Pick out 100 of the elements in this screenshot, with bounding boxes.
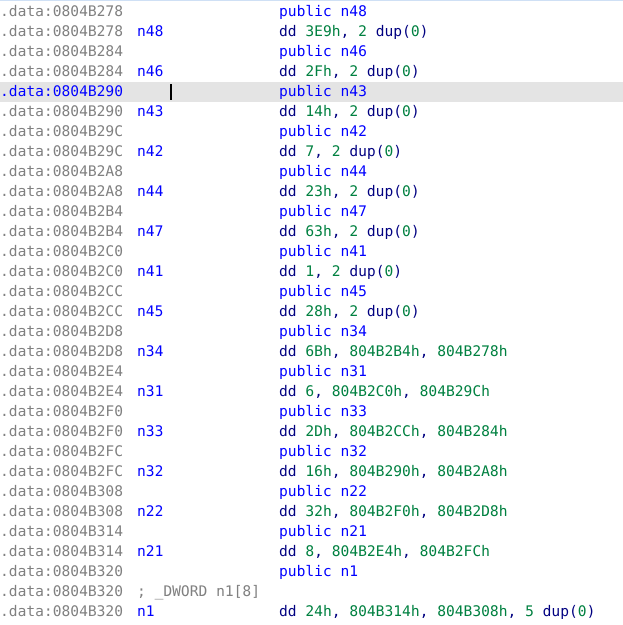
instruction: dd 16h, 804B290h, 804B2A8h [279,462,508,482]
instruction: public n42 [279,122,367,142]
address: .data:0804B278 [0,22,124,42]
address: .data:0804B2CC [0,302,124,322]
instruction: public n33 [279,402,367,422]
address: .data:0804B290 [0,82,124,102]
listing-line[interactable]: .data:0804B308 public n22 [0,482,623,502]
listing-line[interactable]: .data:0804B2F0 n33 dd 2Dh, 804B2CCh, 804B284h [0,422,623,442]
address: .data:0804B308 [0,482,124,502]
instruction: dd 28h, 2 dup(0) [279,302,420,322]
listing-line[interactable]: .data:0804B308 n22 dd 32h, 804B2F0h, 804B2D8h [0,502,623,522]
address: .data:0804B2B4 [0,222,124,242]
instruction: dd 2Dh, 804B2CCh, 804B284h [279,422,508,442]
instruction: dd 3E9h, 2 dup(0) [279,22,428,42]
label-name[interactable]: n47 [137,221,164,243]
instruction: dd 1, 2 dup(0) [279,262,402,282]
listing-line[interactable]: .data:0804B2D8 n34 dd 6Bh, 804B2B4h, 804B278h [0,342,623,362]
label-name[interactable]: n32 [137,461,164,483]
instruction: public n48 [279,2,367,22]
address: .data:0804B2FC [0,462,124,482]
address: .data:0804B2A8 [0,182,124,202]
listing-line[interactable]: .data:0804B320 public n1 [0,562,623,582]
instruction: public n21 [279,522,367,542]
instruction: public n22 [279,482,367,502]
listing-line[interactable]: .data:0804B314 public n21 [0,522,623,542]
instruction: public n47 [279,202,367,222]
address: .data:0804B2C0 [0,242,124,262]
label-name[interactable]: n22 [137,501,164,523]
instruction: dd 14h, 2 dup(0) [279,102,420,122]
text-cursor [170,84,172,100]
listing-line[interactable]: .data:0804B284 public n46 [0,42,623,62]
label-name[interactable]: n48 [137,21,164,43]
listing-line[interactable]: .data:0804B320 n1 dd 24h, 804B314h, 804B308h, 5 dup(0) [0,602,623,622]
address: .data:0804B2D8 [0,342,124,362]
instruction: dd 8, 804B2E4h, 804B2FCh [279,542,490,562]
address: .data:0804B2C0 [0,262,124,282]
label-name[interactable]: n46 [137,61,164,83]
address: .data:0804B284 [0,62,124,82]
listing-line[interactable]: .data:0804B2C0 public n41 [0,242,623,262]
listing-line[interactable]: .data:0804B2B4 n47 dd 63h, 2 dup(0) [0,222,623,242]
label-name[interactable]: n31 [137,381,164,403]
listing-line[interactable]: .data:0804B320 ; _DWORD n1[8] [0,582,623,602]
listing-line[interactable]: .data:0804B2CC n45 dd 28h, 2 dup(0) [0,302,623,322]
instruction: public n44 [279,162,367,182]
label-name[interactable]: n34 [137,341,164,363]
label-name[interactable]: n42 [137,141,164,163]
instruction: dd 24h, 804B314h, 804B308h, 5 dup(0) [279,602,596,622]
listing-line[interactable]: .data:0804B2CC public n45 [0,282,623,302]
comment: ; _DWORD n1[8] [137,582,260,602]
address: .data:0804B308 [0,502,124,522]
listing-line[interactable]: .data:0804B314 n21 dd 8, 804B2E4h, 804B2FCh [0,542,623,562]
label-name[interactable]: n44 [137,181,164,203]
address: .data:0804B320 [0,582,124,602]
listing-line[interactable]: .data:0804B2F0 public n33 [0,402,623,422]
address: .data:0804B2F0 [0,402,124,422]
address: .data:0804B2E4 [0,382,124,402]
instruction: public n32 [279,442,367,462]
label-name[interactable]: n1 [137,601,155,623]
instruction: dd 7, 2 dup(0) [279,142,402,162]
listing-line[interactable]: .data:0804B278 public n48 [0,2,623,22]
instruction: public n46 [279,42,367,62]
listing-line[interactable]: .data:0804B2C0 n41 dd 1, 2 dup(0) [0,262,623,282]
listing-line[interactable]: .data:0804B284 n46 dd 2Fh, 2 dup(0) [0,62,623,82]
address: .data:0804B2A8 [0,162,124,182]
label-name[interactable]: n43 [137,101,164,123]
address: .data:0804B2B4 [0,202,124,222]
instruction: public n34 [279,322,367,342]
label-name[interactable]: n33 [137,421,164,443]
listing-line[interactable]: .data:0804B278 n48 dd 3E9h, 2 dup(0) [0,22,623,42]
address: .data:0804B2E4 [0,362,124,382]
listing-line[interactable]: .data:0804B2FC public n32 [0,442,623,462]
listing-line[interactable]: .data:0804B290 n43 dd 14h, 2 dup(0) [0,102,623,122]
listing-line[interactable]: .data:0804B29C n42 dd 7, 2 dup(0) [0,142,623,162]
address: .data:0804B320 [0,602,124,622]
instruction: dd 2Fh, 2 dup(0) [279,62,420,82]
address: .data:0804B29C [0,122,124,142]
label-name[interactable]: n45 [137,301,164,323]
label-name[interactable]: n41 [137,261,164,283]
address: .data:0804B320 [0,562,124,582]
address: .data:0804B2D8 [0,322,124,342]
address: .data:0804B2F0 [0,422,124,442]
address: .data:0804B314 [0,522,124,542]
label-name[interactable]: n21 [137,541,164,563]
listing-line[interactable]: .data:0804B2A8 public n44 [0,162,623,182]
instruction: public n45 [279,282,367,302]
instruction: dd 32h, 804B2F0h, 804B2D8h [279,502,508,522]
address: .data:0804B2CC [0,282,124,302]
address: .data:0804B284 [0,42,124,62]
listing-line[interactable]: .data:0804B29C public n42 [0,122,623,142]
address: .data:0804B29C [0,142,124,162]
instruction: public n43 [279,82,367,102]
address: .data:0804B290 [0,102,124,122]
listing-line[interactable]: .data:0804B2A8 n44 dd 23h, 2 dup(0) [0,182,623,202]
listing-line[interactable]: .data:0804B2E4 n31 dd 6, 804B2C0h, 804B29Ch [0,382,623,402]
listing-line[interactable]: .data:0804B2B4 public n47 [0,202,623,222]
address: .data:0804B2FC [0,442,124,462]
listing-line[interactable]: .data:0804B2D8 public n34 [0,322,623,342]
instruction: public n41 [279,242,367,262]
listing-line[interactable]: .data:0804B2FC n32 dd 16h, 804B290h, 804B2A8h [0,462,623,482]
listing-line[interactable]: .data:0804B2E4 public n31 [0,362,623,382]
